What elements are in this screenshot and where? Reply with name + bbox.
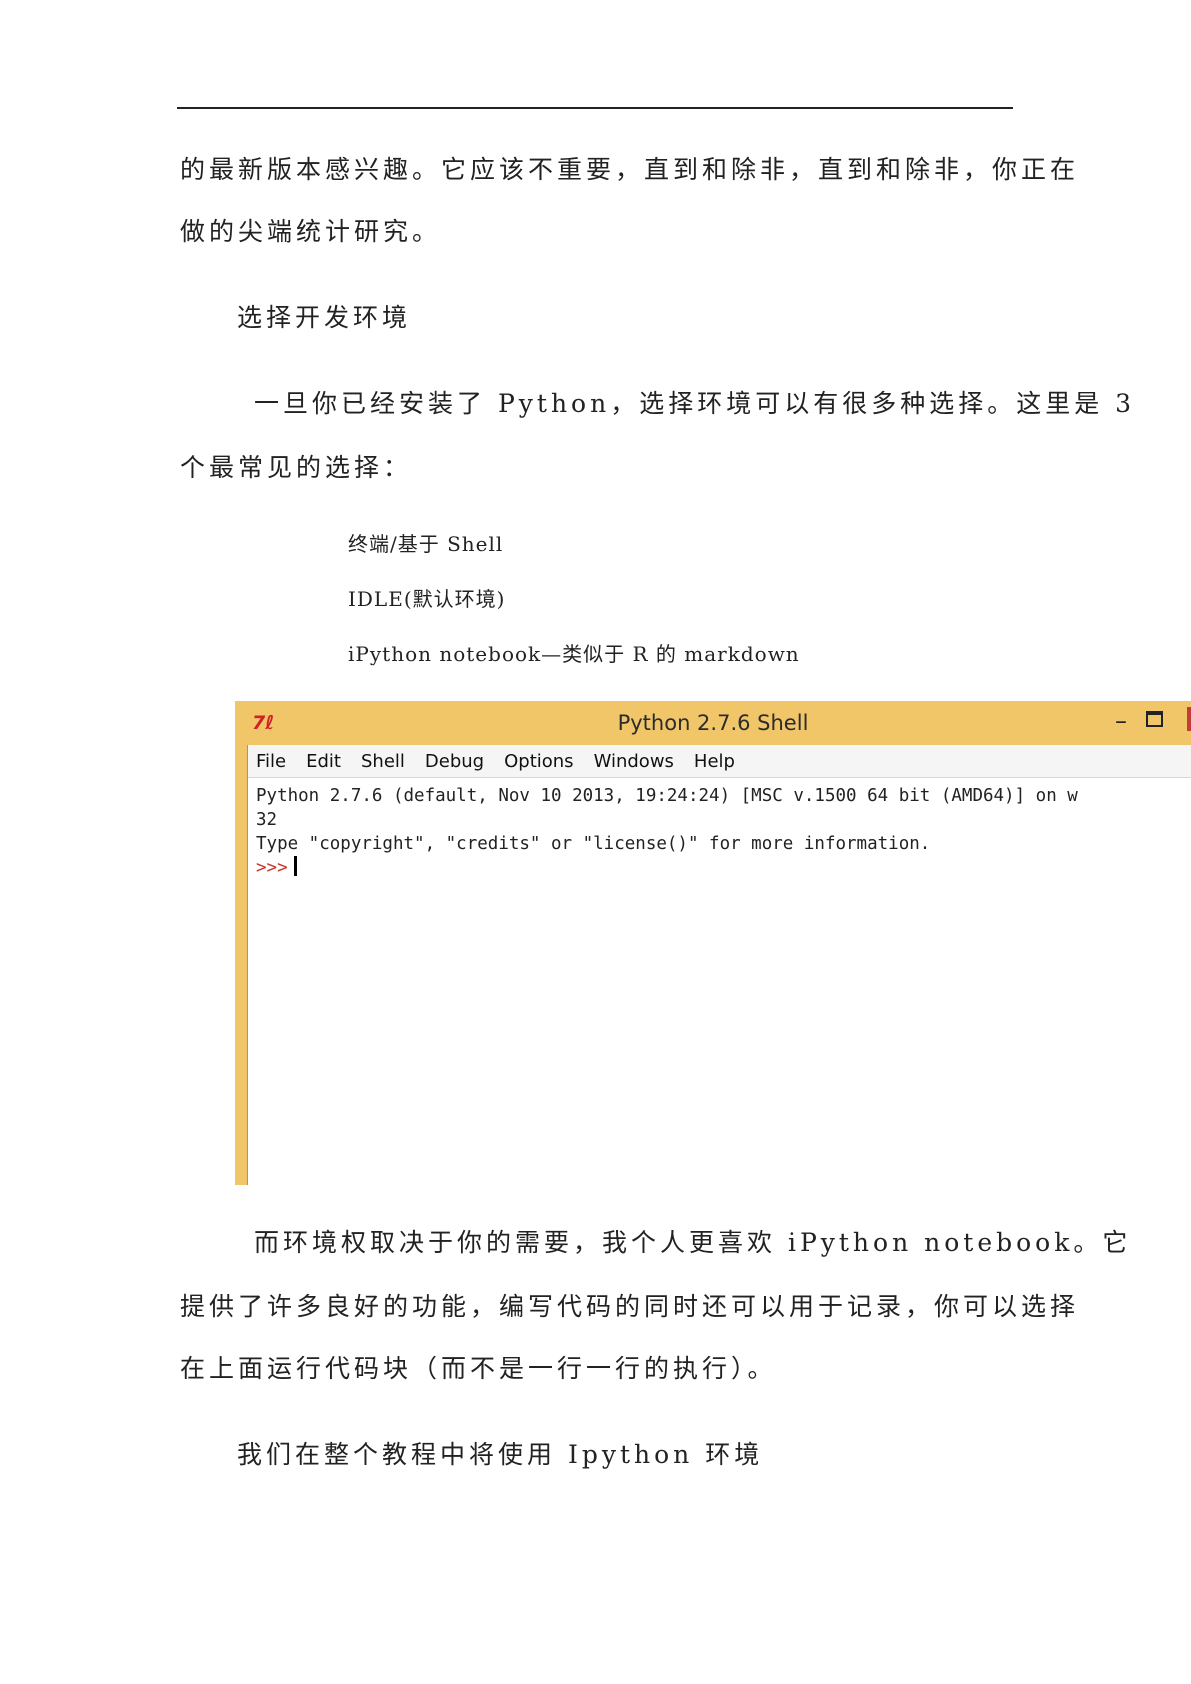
console-line-version: Python 2.7.6 (default, Nov 10 2013, 19:2… xyxy=(256,786,1078,806)
console-prompt: >>> xyxy=(256,858,288,878)
console-prompt-line[interactable]: >>> xyxy=(256,856,1191,880)
menu-options[interactable]: Options xyxy=(504,751,573,772)
text-cursor xyxy=(293,856,297,876)
maximize-icon[interactable] xyxy=(1146,711,1163,727)
list-item-idle: IDLE(默认环境) xyxy=(348,587,506,611)
paragraph-3-line-1: 而环境权取决于你的需要，我个人更喜欢 iPython notebook。它 xyxy=(254,1228,1132,1257)
section-heading: 选择开发环境 xyxy=(237,303,412,332)
shell-menubar: File Edit Shell Debug Options Windows He… xyxy=(248,745,1191,778)
header-rule xyxy=(177,107,1013,109)
paragraph-3-line-3: 在上面运行代码块（而不是一行一行的执行）。 xyxy=(180,1354,777,1383)
paragraph-2-line-2: 个最常见的选择： xyxy=(180,453,413,482)
menu-shell[interactable]: Shell xyxy=(361,751,405,772)
menu-help[interactable]: Help xyxy=(694,751,735,772)
menu-file[interactable]: File xyxy=(256,751,286,772)
paragraph-4: 我们在整个教程中将使用 Ipython 环境 xyxy=(237,1440,764,1469)
shell-console[interactable]: Python 2.7.6 (default, Nov 10 2013, 19:2… xyxy=(248,778,1191,880)
menu-debug[interactable]: Debug xyxy=(425,751,484,772)
paragraph-2-line-1: 一旦你已经安装了 Python，选择环境可以有很多种选择。这里是 3 xyxy=(254,389,1136,418)
list-item-ipython: iPython notebook—类似于 R 的 markdown xyxy=(348,642,800,666)
shell-window-title: Python 2.7.6 Shell xyxy=(617,711,809,735)
minimize-icon[interactable]: – xyxy=(1115,707,1127,735)
console-line-info: Type "copyright", "credits" or "license(… xyxy=(256,834,931,854)
paragraph-1-line-2: 做的尖端统计研究。 xyxy=(180,217,442,246)
menu-windows[interactable]: Windows xyxy=(594,751,674,772)
paragraph-3-line-2: 提供了许多良好的功能，编写代码的同时还可以用于记录，你可以选择 xyxy=(180,1292,1080,1321)
console-line-platform: 32 xyxy=(256,810,278,830)
shell-client-area: File Edit Shell Debug Options Windows He… xyxy=(247,745,1191,1185)
list-item-terminal: 终端/基于 Shell xyxy=(348,532,504,556)
shell-titlebar[interactable]: 7ℓ Python 2.7.6 Shell – xyxy=(235,701,1191,745)
close-icon[interactable] xyxy=(1187,707,1191,731)
paragraph-1-line-1: 的最新版本感兴趣。它应该不重要，直到和除非，直到和除非，你正在 xyxy=(180,155,1080,184)
python-shell-screenshot: 7ℓ Python 2.7.6 Shell – File Edit Shell … xyxy=(235,701,1191,1185)
menu-edit[interactable]: Edit xyxy=(306,751,341,772)
